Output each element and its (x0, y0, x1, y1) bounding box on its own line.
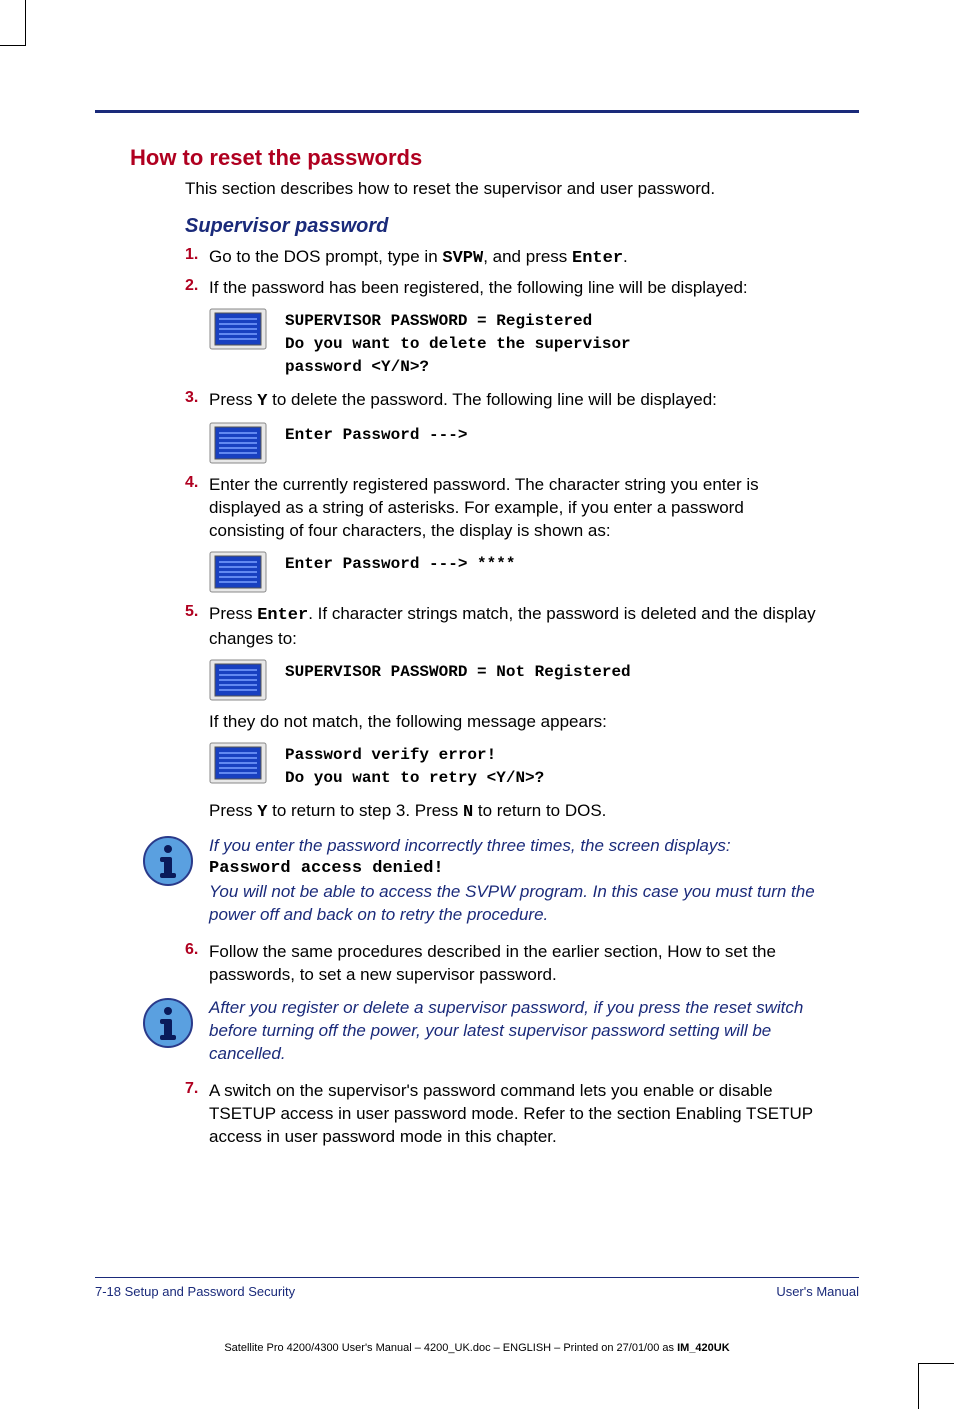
footer-rule (95, 1277, 859, 1279)
footer-row: 7-18 Setup and Password Security User's … (95, 1284, 859, 1299)
screen-output-4: SUPERVISOR PASSWORD = Not Registered (130, 659, 824, 701)
step-body: Press Enter. If character strings match,… (209, 603, 824, 651)
step-4: 4. Enter the currently registered passwo… (130, 474, 824, 543)
text: to return to step 3. Press (267, 801, 463, 820)
step-number: 1. (185, 246, 209, 271)
subsection-heading: Supervisor password (130, 215, 824, 238)
section-heading: How to reset the passwords (130, 145, 824, 171)
info-icon (142, 835, 194, 887)
step-5: 5. Press Enter. If character strings mat… (130, 603, 824, 651)
screen-text: Enter Password ---> **** (285, 551, 515, 576)
text: to delete the password. The following li… (267, 390, 717, 409)
step-7: 7. A switch on the supervisor's password… (130, 1080, 824, 1149)
content-area: How to reset the passwords This section … (95, 110, 859, 1149)
info-body: After you register or delete a superviso… (209, 997, 824, 1066)
key-y: Y (257, 392, 267, 411)
text: . (623, 247, 628, 266)
step-number: 6. (185, 941, 209, 987)
info-note-2: After you register or delete a superviso… (130, 997, 824, 1066)
info-line: After you register or delete a superviso… (209, 997, 824, 1066)
step-body: Enter the currently registered password.… (209, 474, 824, 543)
text: , and press (483, 247, 572, 266)
text: to return to DOS. (473, 801, 606, 820)
step-body: A switch on the supervisor's password co… (209, 1080, 824, 1149)
print-metadata-line: Satellite Pro 4200/4300 User's Manual – … (0, 1342, 954, 1354)
text: Go to the DOS prompt, type in (209, 247, 442, 266)
info-line: You will not be able to access the SVPW … (209, 881, 824, 927)
step-3: 3. Press Y to delete the password. The f… (130, 389, 824, 414)
step-1: 1. Go to the DOS prompt, type in SVPW, a… (130, 246, 824, 271)
footer-left: 7-18 Setup and Password Security (95, 1284, 295, 1299)
page-footer: 7-18 Setup and Password Security User's … (95, 1277, 859, 1300)
text: Press (209, 390, 257, 409)
command-text: SVPW (442, 249, 483, 268)
screen-output-1: SUPERVISOR PASSWORD = Registered Do you … (130, 308, 824, 380)
text: Press (209, 604, 257, 623)
step-number: 5. (185, 603, 209, 651)
page-container: How to reset the passwords This section … (0, 0, 954, 1409)
header-rule (95, 110, 859, 113)
key-y: Y (257, 803, 267, 822)
monitor-icon (209, 742, 267, 784)
step-6: 6. Follow the same procedures described … (130, 941, 824, 987)
monitor-icon (209, 308, 267, 350)
footer-right: User's Manual (776, 1284, 859, 1299)
step-5-return: Press Y to return to step 3. Press N to … (130, 800, 824, 825)
monitor-icon (209, 659, 267, 701)
step-body: If the password has been registered, the… (209, 277, 824, 300)
step-body: Follow the same procedures described in … (209, 941, 824, 987)
screen-text: SUPERVISOR PASSWORD = Not Registered (285, 659, 631, 684)
screen-text: SUPERVISOR PASSWORD = Registered Do you … (285, 308, 631, 380)
info-icon (142, 997, 194, 1049)
screen-output-2: Enter Password ---> (130, 422, 824, 464)
info-body: If you enter the password incorrectly th… (209, 835, 824, 927)
print-code: IM_420UK (677, 1342, 730, 1354)
step-number: 4. (185, 474, 209, 543)
monitor-icon (209, 551, 267, 593)
step-body: Go to the DOS prompt, type in SVPW, and … (209, 246, 824, 271)
screen-output-5: Password verify error! Do you want to re… (130, 742, 824, 790)
text: Press (209, 801, 257, 820)
key-n: N (463, 803, 473, 822)
key-enter: Enter (572, 249, 623, 268)
step-body: Press Y to delete the password. The foll… (209, 389, 824, 414)
screen-text: Enter Password ---> (285, 422, 467, 447)
intro-text: This section describes how to reset the … (130, 179, 824, 199)
no-match-text: If they do not match, the following mess… (130, 711, 824, 734)
info-note-1: If you enter the password incorrectly th… (130, 835, 824, 927)
screen-output-3: Enter Password ---> **** (130, 551, 824, 593)
step-number: 7. (185, 1080, 209, 1149)
key-enter: Enter (257, 606, 308, 625)
step-2: 2. If the password has been registered, … (130, 277, 824, 300)
screen-text: Password verify error! Do you want to re… (285, 742, 544, 790)
monitor-icon (209, 422, 267, 464)
step-number: 3. (185, 389, 209, 414)
info-code: Password access denied! (209, 858, 824, 881)
info-line: If you enter the password incorrectly th… (209, 835, 824, 858)
step-number: 2. (185, 277, 209, 300)
print-text: Satellite Pro 4200/4300 User's Manual – … (224, 1342, 677, 1354)
